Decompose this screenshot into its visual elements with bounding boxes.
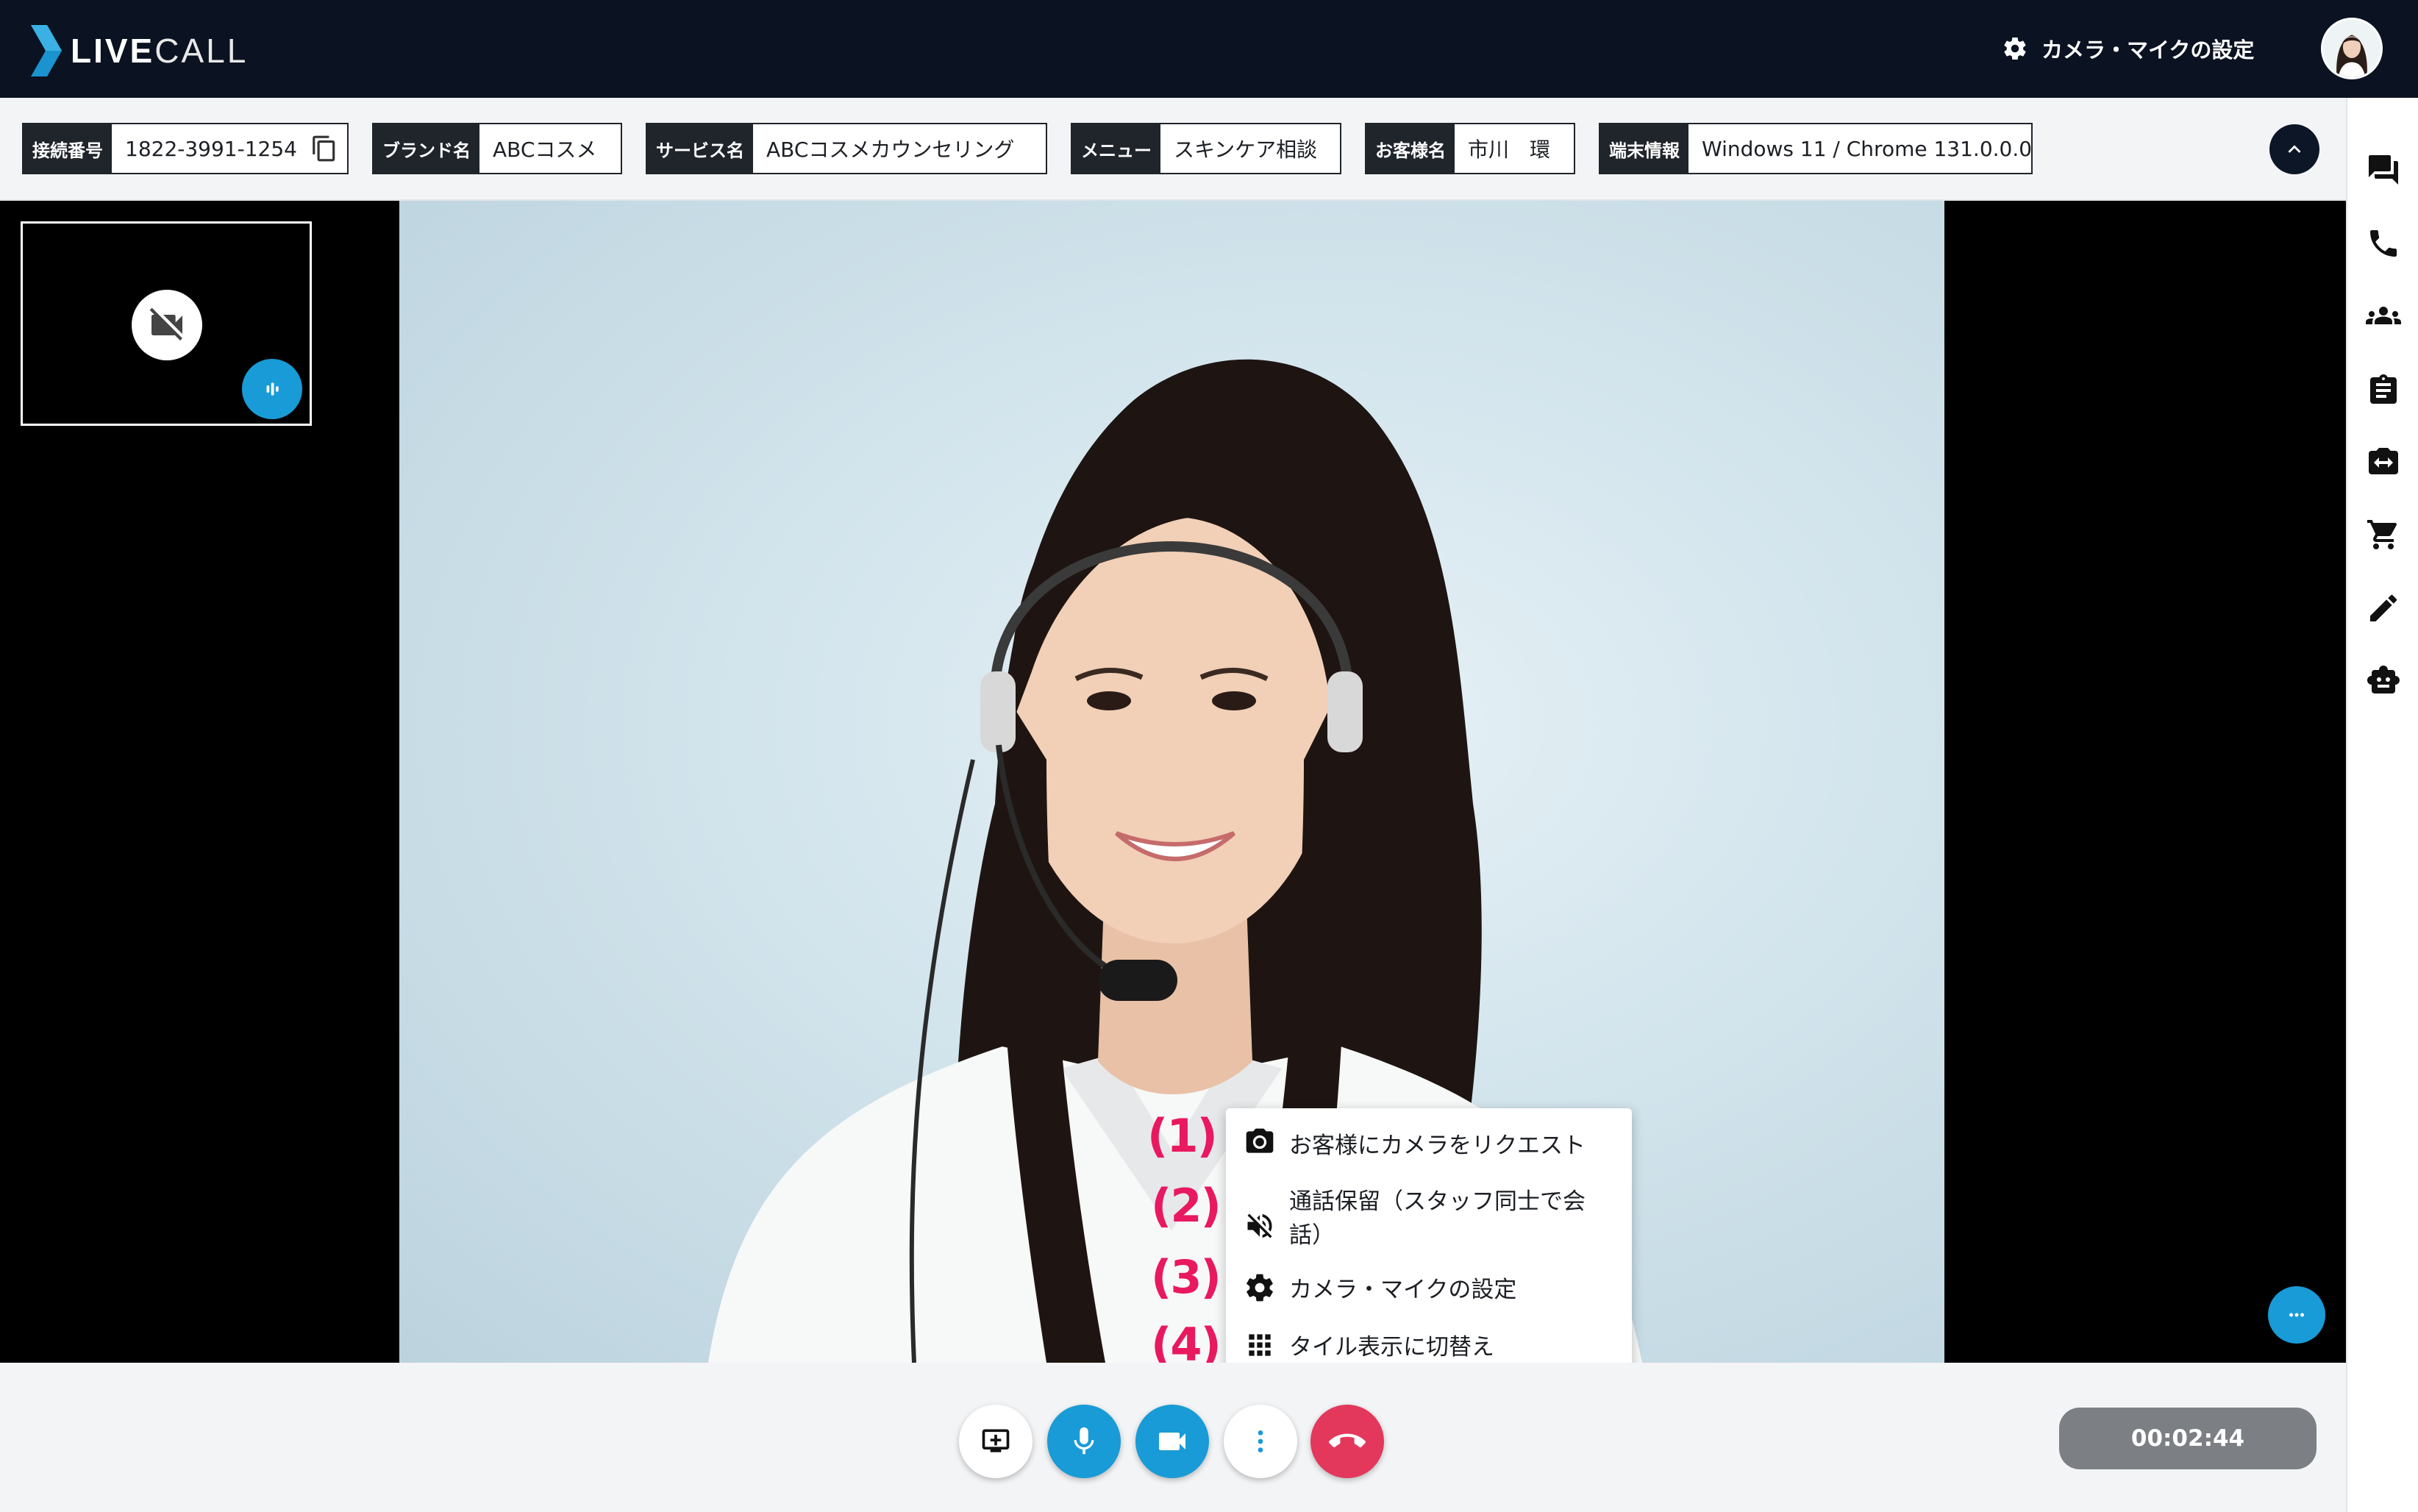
camera-icon [1246,1128,1274,1153]
user-avatar[interactable] [2321,18,2383,79]
hang-up-button[interactable] [1310,1405,1384,1478]
group-icon[interactable] [2363,298,2404,333]
customer-name-value: 市川 環 [1468,138,1551,162]
camera-mic-settings-label: カメラ・マイクの設定 [2041,38,2255,63]
brand-name-field: ブランド名 ABCコスメ [372,123,622,174]
collapse-info-button[interactable] [2269,124,2319,174]
logo-text: LIVECALL [71,32,249,70]
video-off-icon [149,307,182,340]
brand-name-value: ABCコスメ [493,138,597,162]
camera-switch-icon[interactable] [2366,445,2401,480]
more-options-fab[interactable] [2268,1286,2325,1344]
marker-1: (1) [1147,1109,1218,1163]
video-camera-icon [1159,1433,1185,1450]
connection-number-field: 接続番号 1822-3991-1254 [22,123,349,174]
menu-label: メニュー [1072,124,1160,173]
menu-item-label: カメラ・マイクの設定 [1289,1277,1517,1303]
copy-icon[interactable] [310,132,338,165]
screen-share-button[interactable] [959,1405,1033,1478]
menu-item-label: 通話保留（スタッフ同士で会話） [1289,1188,1586,1249]
menu-field: メニュー スキンケア相談 [1071,123,1341,174]
audio-level-icon [266,382,279,396]
audio-level-indicator [242,359,302,419]
connection-number-value: 1822-3991-1254 [125,136,297,161]
session-info-bar: 接続番号 1822-3991-1254 ブランド名 ABCコスメ サービス名 A… [0,98,2346,201]
microphone-button[interactable] [1047,1405,1121,1478]
clipboard-icon[interactable] [2366,373,2401,408]
video-camera-button[interactable] [1135,1405,1209,1478]
camera-mic-settings-button[interactable]: カメラ・マイクの設定 [2002,29,2254,68]
screen-share-icon [982,1429,1010,1452]
microphone-icon [1074,1427,1094,1455]
hang-up-icon [1329,1433,1366,1448]
livecall-app: LIVECALL カメラ・マイクの設定 接続番号 1822-3991-1254 … [0,0,2418,1512]
self-view-tile[interactable] [21,221,312,426]
livecall-logo: LIVECALL [31,25,248,76]
menu-item-camera-mic-settings[interactable]: カメラ・マイクの設定 [1226,1269,1632,1322]
cart-icon[interactable] [2366,517,2401,552]
marker-3: (3) [1151,1250,1222,1304]
grid-icon [1249,1334,1271,1356]
gear-icon [1247,1274,1273,1302]
logo-chevron-icon [31,25,62,76]
pencil-icon[interactable] [2366,591,2401,626]
customer-name-field: お客様名 市川 環 [1365,123,1575,174]
call-timer: 00:02:44 [2059,1408,2317,1469]
chevron-up-icon [2288,145,2301,153]
camera-off-indicator [132,290,202,360]
more-horizontal-icon [2289,1313,2304,1317]
service-name-field: サービス名 ABCコスメカウンセリング [646,123,1047,174]
more-options-button[interactable] [1224,1405,1297,1478]
menu-item-request-camera[interactable]: お客様にカメラをリクエスト [1226,1121,1632,1179]
device-info-value: Windows 11 / Chrome 131.0.0.0 [1702,136,2033,161]
phone-icon[interactable] [2366,226,2401,261]
top-header: LIVECALL カメラ・マイクの設定 [0,0,2418,98]
menu-item-hold-call[interactable]: 通話保留（スタッフ同士で会話） [1226,1182,1632,1263]
service-name-label: サービス名 [647,124,753,173]
menu-item-label: お客様にカメラをリクエスト [1289,1133,1586,1159]
device-info-label: 端末情報 [1600,124,1688,173]
robot-icon[interactable] [2366,663,2401,698]
volume-off-icon [1247,1213,1272,1238]
menu-value: スキンケア相談 [1174,138,1318,162]
device-info-field: 端末情報 Windows 11 / Chrome 131.0.0.0 [1599,123,2033,174]
avatar-figure [2323,20,2380,77]
chat-icon[interactable] [2366,152,2401,188]
brand-name-label: ブランド名 [374,124,479,173]
connection-number-label: 接続番号 [24,124,112,173]
marker-2: (2) [1151,1179,1222,1233]
right-tool-sidebar [2346,98,2418,1512]
customer-name-label: お客様名 [1366,124,1455,173]
service-name-value: ABCコスメカウンセリング [766,138,1015,162]
gear-icon [2004,38,2026,60]
menu-item-label: タイル表示に切替え [1289,1334,1494,1361]
more-vertical-icon [1258,1430,1263,1452]
call-control-bar: 00:02:44 [0,1363,2346,1512]
call-options-menu: お客様にカメラをリクエスト 通話保留（スタッフ同士で会話） カメラ・マイクの設定… [1226,1108,1632,1383]
